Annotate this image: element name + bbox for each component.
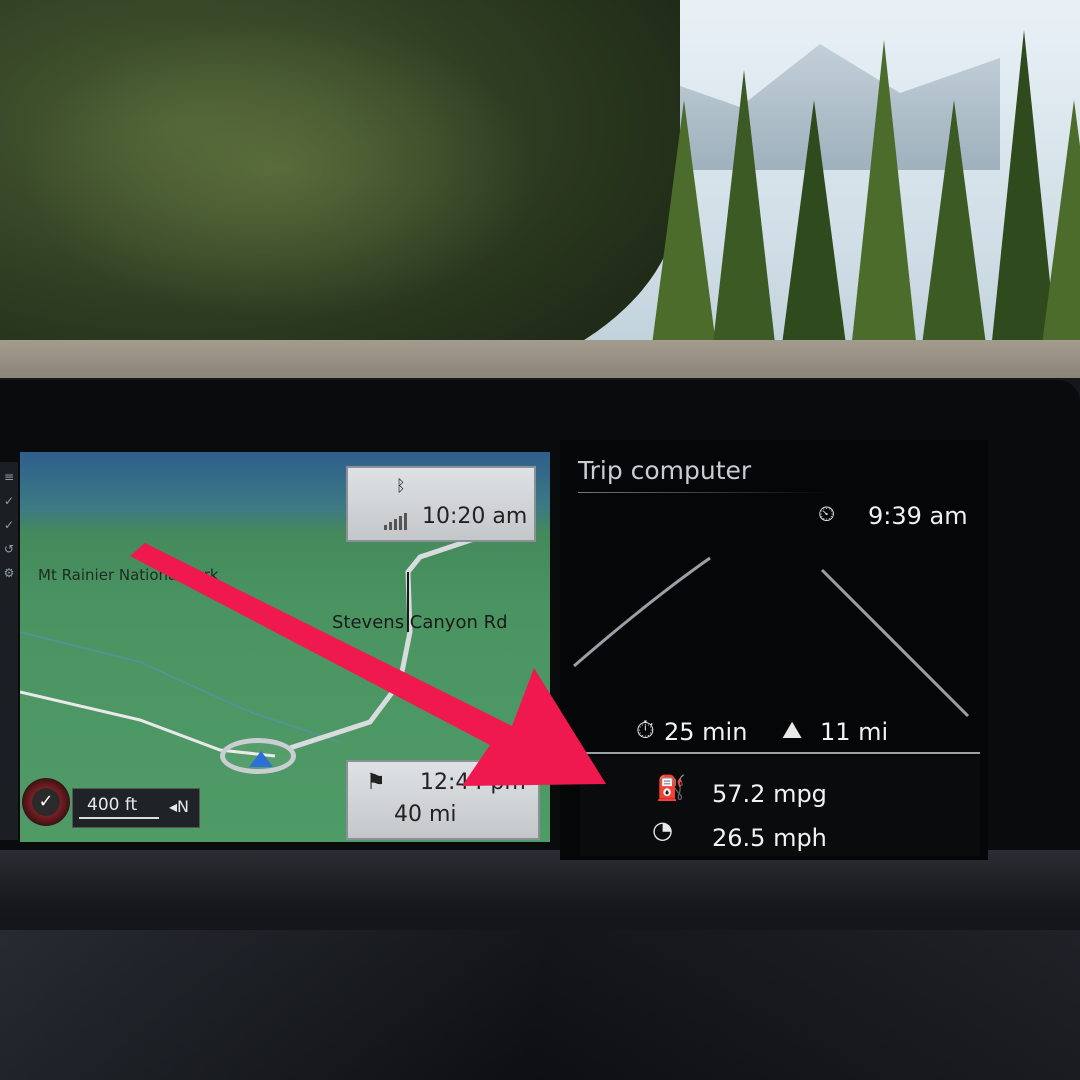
park-label: Mt Rainier National Park bbox=[38, 566, 219, 584]
pine-tree bbox=[780, 100, 848, 360]
trip-computer-title: Trip computer bbox=[578, 456, 752, 485]
trip-start-time: 9:39 am bbox=[868, 502, 968, 530]
road-label: Stevens Canyon Rd bbox=[332, 612, 508, 633]
pine-tree bbox=[650, 100, 718, 360]
arrival-time: 12:44 pm bbox=[420, 770, 526, 795]
trip-computer-panel: Trip computer ⏲ 9:39 am ⏱ 25 min ⛰ 11 mi… bbox=[560, 440, 988, 860]
settings-icon[interactable]: ⚙ bbox=[4, 566, 15, 580]
clock-arrow-icon: ⏲ bbox=[818, 502, 836, 527]
north-indicator: ◂N bbox=[169, 797, 189, 816]
bluetooth-icon: ᛒ bbox=[396, 476, 406, 495]
signal-bars-icon bbox=[384, 512, 410, 530]
eta-card[interactable]: ⚑ 12:44 pm 40 mi bbox=[346, 760, 540, 840]
remaining-distance: 40 mi bbox=[394, 802, 457, 827]
scale-value: 400 ft bbox=[87, 795, 138, 815]
map-scale[interactable]: 400 ft ◂N bbox=[72, 788, 200, 828]
outdoor-background bbox=[0, 0, 1080, 420]
check-icon[interactable]: ✓ bbox=[4, 494, 14, 508]
scale-bar bbox=[79, 817, 159, 819]
menu-lines-icon[interactable]: ≡ bbox=[4, 470, 14, 484]
fuel-pump-icon: ⛽ bbox=[656, 774, 686, 802]
check-icon[interactable]: ✓ bbox=[4, 518, 14, 532]
trip-divider bbox=[580, 752, 980, 754]
trip-graph bbox=[573, 556, 970, 718]
north-letter: N bbox=[177, 797, 189, 816]
current-time: 10:20 am bbox=[422, 504, 528, 529]
trip-distance: 11 mi bbox=[820, 718, 889, 746]
pine-tree bbox=[710, 70, 778, 370]
average-speed: 26.5 mph bbox=[712, 824, 827, 852]
pine-tree bbox=[850, 40, 918, 360]
pine-tree bbox=[1040, 100, 1080, 360]
fuel-consumption: 57.2 mpg bbox=[712, 780, 827, 808]
speedometer-icon: ◔ bbox=[652, 816, 673, 844]
vehicle-position-icon bbox=[220, 738, 296, 774]
clock-card[interactable]: ᛒ 10:20 am bbox=[346, 466, 536, 542]
turn-icon[interactable]: ↺ bbox=[4, 542, 14, 556]
title-rule bbox=[578, 492, 828, 493]
trip-duration: 25 min bbox=[664, 718, 748, 746]
road-distance-icon: ⛰ bbox=[782, 716, 803, 744]
checkered-flag-icon: ⚑ bbox=[366, 770, 386, 795]
dashboard-reflection bbox=[0, 930, 1080, 1080]
compass-icon[interactable]: ✓ bbox=[22, 778, 70, 826]
side-menu-strip[interactable]: ≡ ✓ ✓ ↺ ⚙ bbox=[0, 462, 18, 840]
pine-tree bbox=[920, 100, 988, 360]
stopwatch-icon: ⏱ bbox=[636, 716, 655, 744]
